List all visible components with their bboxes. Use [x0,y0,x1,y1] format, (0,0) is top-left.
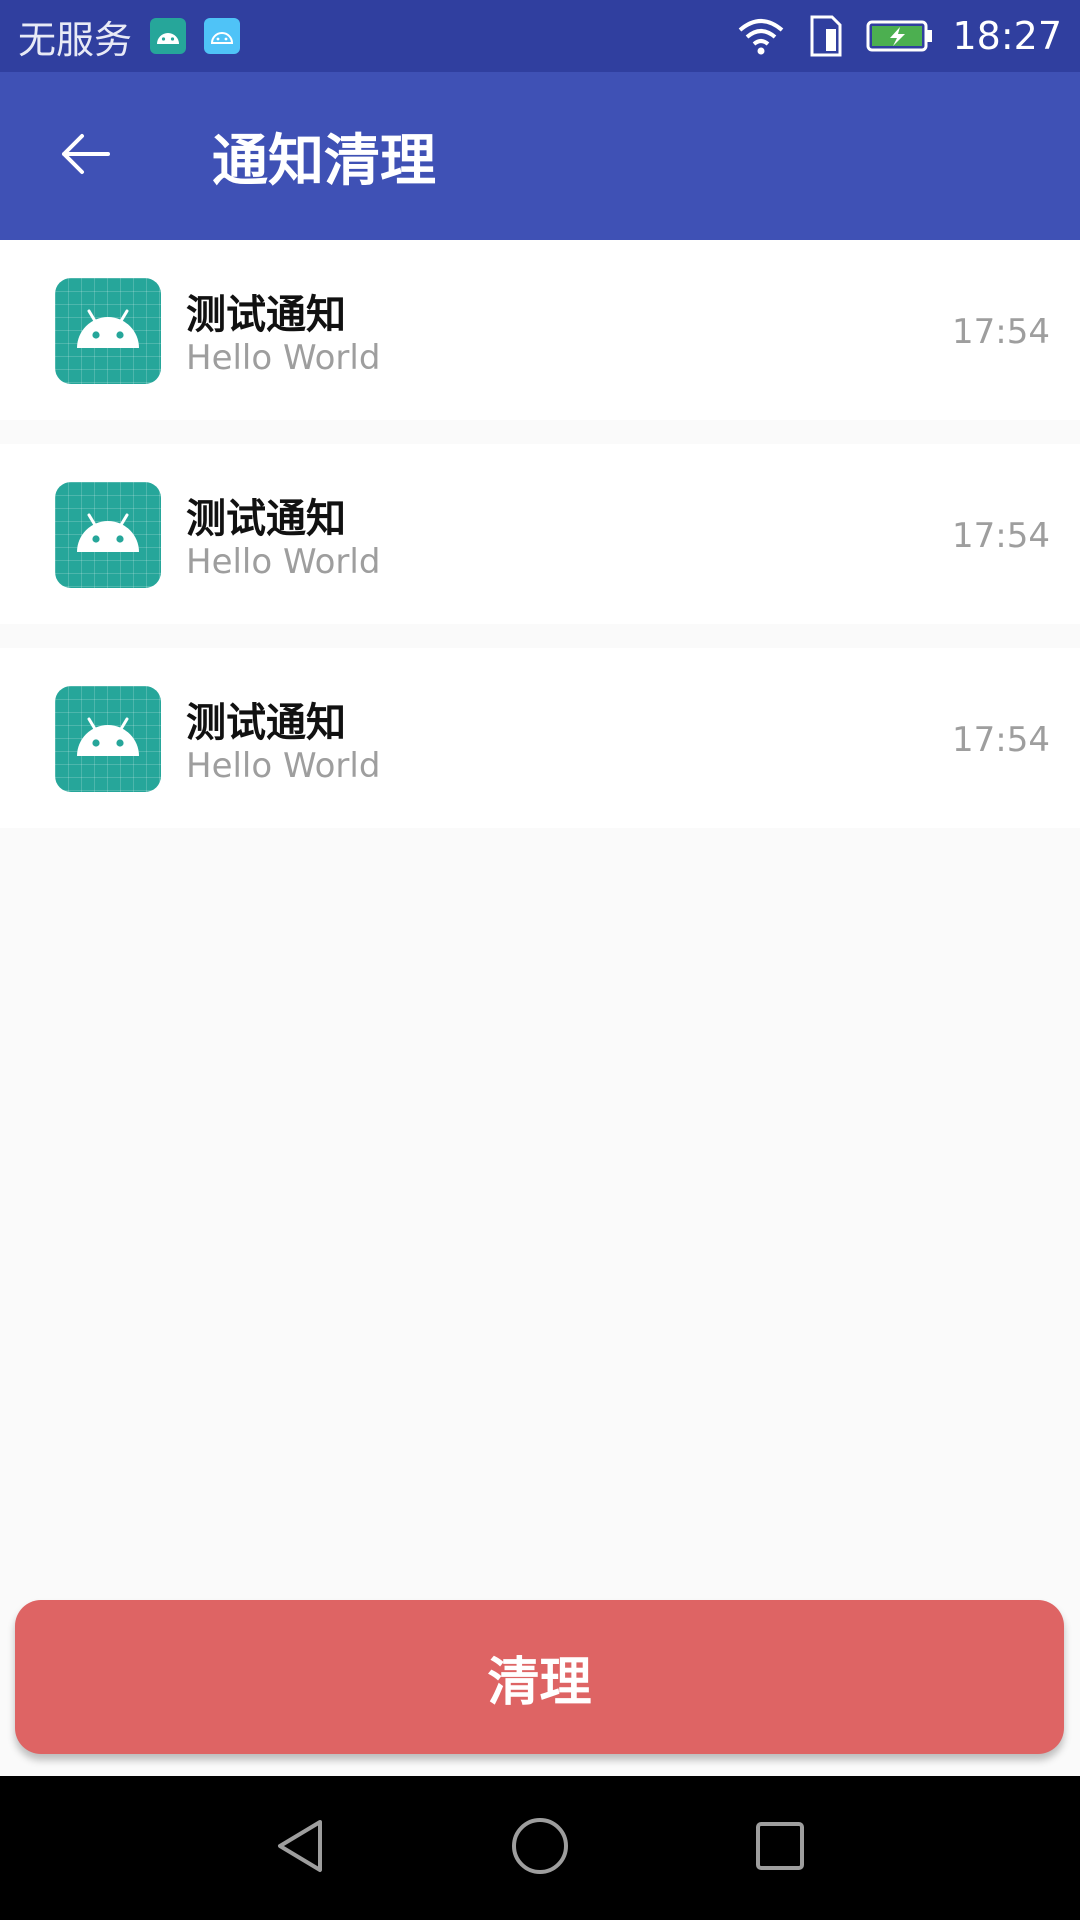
home-circle-icon [509,1815,571,1881]
android-app-icon [55,482,161,588]
notification-text: Hello World [186,542,381,582]
android-app-icon [55,278,161,384]
navigation-bar [0,1776,1080,1920]
android-outline-icon [204,18,241,54]
page-title: 通知清理 [212,128,436,194]
back-button[interactable] [30,101,140,211]
app-bar: 通知清理 [0,72,1080,240]
recents-square-icon [752,1818,808,1878]
notification-time: 17:54 [952,720,1050,760]
status-clock: 18:27 [952,14,1062,58]
nav-recents-button[interactable] [700,1788,860,1908]
android-app-icon [150,18,187,54]
arrow-left-icon [58,132,112,180]
carrier-label: 无服务 [18,17,133,62]
clean-button[interactable]: 清理 [15,1600,1064,1754]
notification-item[interactable]: 测试通知 Hello World 17:54 [0,444,1080,624]
notification-item[interactable]: 测试通知 Hello World 17:54 [0,648,1080,828]
notification-list: 测试通知 Hello World 17:54 测试通知 Hello World … [0,240,1080,852]
wifi-icon [736,16,786,56]
nav-back-button[interactable] [220,1788,380,1908]
status-bar-left: 无服务 [18,9,258,64]
notification-title: 测试通知 [186,700,346,746]
status-bar-right: 18:27 [714,14,1062,58]
notification-time: 17:54 [952,312,1050,352]
notification-title: 测试通知 [186,496,346,542]
notification-time: 17:54 [952,516,1050,556]
notification-text: Hello World [186,338,381,378]
android-app-icon [55,686,161,792]
back-triangle-icon [272,1816,328,1880]
battery-charging-icon [866,19,934,53]
sim-icon [808,15,844,57]
nav-home-button[interactable] [460,1788,620,1908]
status-bar: 无服务 18:27 [0,0,1080,72]
notification-text: Hello World [186,746,381,786]
notification-item[interactable]: 测试通知 Hello World 17:54 [0,240,1080,420]
notification-title: 测试通知 [186,292,346,338]
